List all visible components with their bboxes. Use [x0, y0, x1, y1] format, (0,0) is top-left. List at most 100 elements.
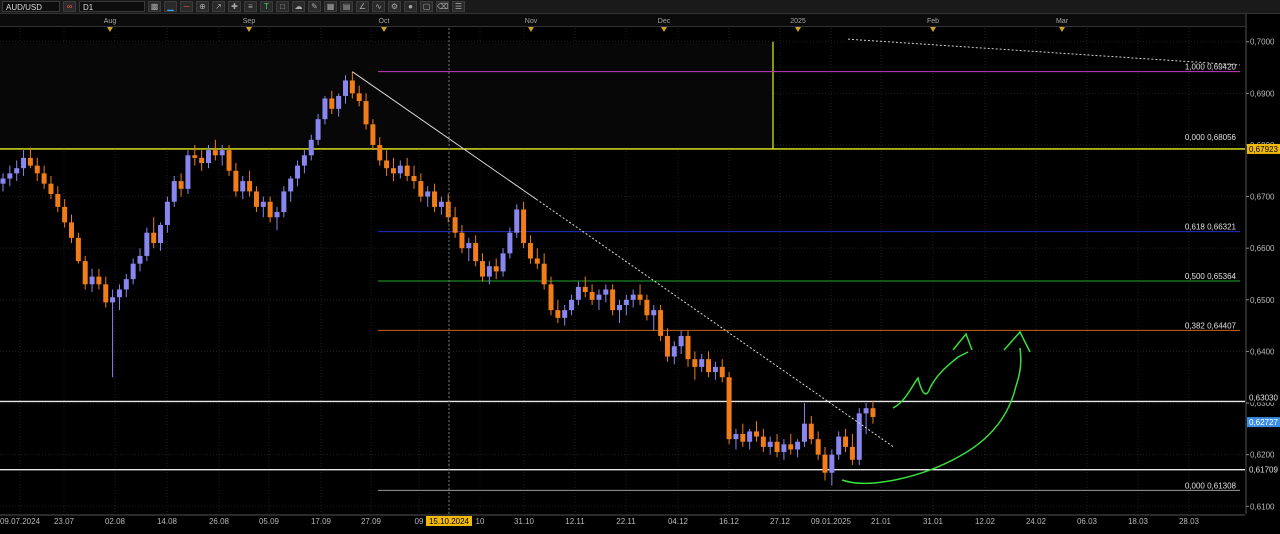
candle-body	[55, 194, 61, 207]
candle-body	[507, 232, 513, 254]
candle-body	[349, 80, 355, 94]
candle-body	[493, 266, 499, 272]
price-chart[interactable]: 1,000 0,694200,000 0,680560,618 0,663210…	[0, 14, 1280, 534]
date-tick-label: 04.12	[668, 517, 689, 526]
candle-body	[541, 263, 547, 285]
date-tick-label: 21.01	[871, 517, 892, 526]
chain-link-icon[interactable]: ∞	[63, 1, 76, 12]
fan-icon[interactable]: ∠	[356, 1, 369, 12]
price-tick-label: 0,6700	[1250, 193, 1275, 202]
candle-body	[562, 310, 568, 318]
align-icon[interactable]: ≡	[244, 1, 257, 12]
curve-icon[interactable]: ∿	[372, 1, 385, 12]
candle-body	[21, 157, 27, 169]
candle-body	[260, 201, 266, 207]
settings-icon[interactable]: ⚙	[388, 1, 401, 12]
candle-body	[480, 261, 485, 277]
month-marker-icon	[930, 27, 936, 32]
candle-body	[644, 299, 650, 316]
candle-body	[781, 444, 787, 453]
trendline-dotted[interactable]	[847, 38, 1241, 66]
candle-body	[774, 441, 780, 453]
circle-icon[interactable]: ●	[404, 1, 417, 12]
candle-body	[397, 165, 403, 174]
candle-body	[370, 124, 376, 145]
candle-body	[219, 150, 225, 156]
candle-body	[432, 191, 438, 207]
price-tick-label: 0,6600	[1250, 244, 1275, 253]
candle-body	[363, 101, 369, 125]
zoom-in-icon[interactable]: ⊕	[196, 1, 209, 12]
candle-body	[548, 284, 554, 311]
candle-body	[712, 366, 718, 373]
candle-body	[27, 157, 33, 166]
candle-body	[637, 294, 643, 300]
candle-body	[706, 359, 712, 373]
bar-chart-icon[interactable]: ▩	[148, 1, 161, 12]
candle-body	[534, 258, 540, 264]
trendline-extension[interactable]	[536, 198, 894, 448]
candle-body	[596, 294, 602, 300]
candle-body	[137, 255, 143, 264]
pencil-icon[interactable]: ✎	[308, 1, 321, 12]
candle-body	[185, 155, 191, 189]
candle-body	[356, 93, 362, 102]
candle-body	[247, 181, 253, 192]
month-marker-icon	[795, 27, 801, 32]
pointer-icon[interactable]: ↗	[212, 1, 225, 12]
candle-body	[14, 168, 20, 174]
candle-body	[575, 286, 581, 300]
candle-body	[281, 191, 287, 213]
candle-body	[651, 310, 657, 316]
timeframe-selector[interactable]: D1	[79, 1, 145, 12]
candle-body	[473, 243, 479, 262]
candle-body	[308, 139, 314, 156]
candle-body	[452, 217, 458, 233]
candle-body	[110, 297, 116, 303]
new-order-icon[interactable]: □	[276, 1, 289, 12]
price-tick-label: 0,6900	[1250, 89, 1275, 98]
candle-body	[699, 359, 705, 367]
fib-level-label: 0,382 0,64407	[1185, 321, 1237, 330]
candle-body	[685, 335, 691, 360]
date-tick-label: 18.03	[1128, 517, 1149, 526]
candle-body	[69, 222, 74, 238]
candle-body	[486, 266, 492, 277]
green-arrowhead	[1003, 330, 1031, 353]
month-marker-icon	[1059, 27, 1065, 32]
text-tool-icon[interactable]: T	[260, 1, 273, 12]
candle-body	[603, 289, 609, 295]
candle-body	[445, 201, 451, 218]
candle-body	[418, 181, 424, 197]
candle-body	[34, 165, 40, 174]
date-tick-label: 14.08	[157, 517, 178, 526]
crosshair-icon[interactable]: ✚	[228, 1, 241, 12]
cloud-icon[interactable]: ☁	[292, 1, 305, 12]
candle-body	[212, 150, 218, 156]
date-tick-label: 15.10.2024	[429, 517, 470, 526]
toolbar: AUD/USD ∞ D1 ▩ ▁ ─ ⊕ ↗ ✚ ≡ T □ ☁ ✎ ▦ ▤ ∠…	[0, 0, 1280, 14]
price-tick-label: 0,6200	[1250, 451, 1275, 460]
date-tick-label: 12.02	[975, 517, 996, 526]
line-icon[interactable]: ▁	[164, 1, 177, 12]
month-marker-icon	[528, 27, 534, 32]
template-icon[interactable]: ▢	[420, 1, 433, 12]
candle-body	[870, 408, 876, 417]
candle-body	[527, 243, 533, 259]
zoom-out-icon[interactable]: ─	[180, 1, 193, 12]
panel-icon[interactable]: ☰	[452, 1, 465, 12]
candle-body	[658, 310, 664, 336]
grid-icon[interactable]: ▦	[324, 1, 337, 12]
month-label: Nov	[525, 18, 538, 25]
symbol-selector[interactable]: AUD/USD	[2, 1, 60, 12]
date-tick-label: 09.07.2024	[0, 517, 41, 526]
price-tick-label: 0,6400	[1250, 347, 1275, 356]
candle-body	[82, 261, 88, 285]
eraser-icon[interactable]: ⌫	[436, 1, 449, 12]
date-tick-label: 16.12	[719, 517, 740, 526]
candle-body	[836, 436, 842, 455]
date-tick-label: 23.07	[54, 517, 75, 526]
table-icon[interactable]: ▤	[340, 1, 353, 12]
price-tick-label: 0,6100	[1250, 502, 1275, 511]
candle-body	[760, 436, 766, 447]
